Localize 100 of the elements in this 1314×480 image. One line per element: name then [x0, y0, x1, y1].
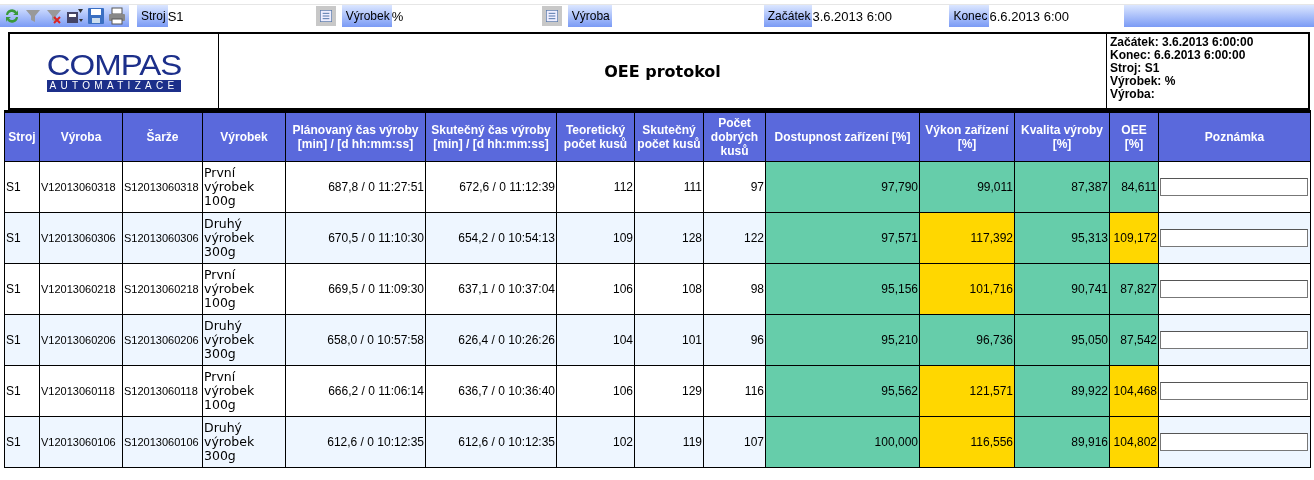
table-cell: V12013060306	[39, 212, 123, 264]
column-header: Poznámka	[1158, 111, 1311, 162]
table-cell: V12013060118	[39, 365, 123, 417]
table-cell: 626,4 / 0 10:26:26	[425, 314, 557, 366]
column-header: OEE [%]	[1109, 111, 1159, 162]
metric-cell: 117,392	[919, 212, 1015, 264]
table-cell: První výrobek 100g	[202, 161, 286, 213]
table-cell: 672,6 / 0 11:12:39	[425, 161, 557, 213]
metric-cell: 104,802	[1109, 416, 1159, 468]
filter-label: Konec	[949, 5, 990, 27]
table-cell: 98	[703, 263, 766, 315]
report-info-line: Stroj: S1	[1110, 62, 1161, 75]
table-cell: 636,7 / 0 10:36:40	[425, 365, 557, 417]
metric-cell: 95,313	[1014, 212, 1110, 264]
metric-cell: 95,210	[765, 314, 920, 366]
table-cell: 96	[703, 314, 766, 366]
list-icon	[544, 10, 559, 22]
table-cell: S1	[4, 161, 40, 213]
table-cell: S1	[4, 212, 40, 264]
table-cell: 128	[634, 212, 704, 264]
metric-cell: 101,716	[919, 263, 1015, 315]
table-cell: V12013060206	[39, 314, 123, 366]
table-cell: 612,6 / 0 10:12:35	[425, 416, 557, 468]
table-cell: S1	[4, 314, 40, 366]
note-field[interactable]	[1160, 280, 1308, 298]
metric-cell: 109,172	[1109, 212, 1159, 264]
table-cell: 116	[703, 365, 766, 417]
filter-value[interactable]: 6.6.2013 6:00	[989, 5, 1125, 27]
table-cell: 129	[634, 365, 704, 417]
metric-cell: 90,741	[1014, 263, 1110, 315]
report-title: OEE protokol	[604, 61, 721, 81]
table-cell: 109	[556, 212, 635, 264]
filter-value[interactable]: 3.6.2013 6:00	[812, 5, 948, 27]
metric-cell: 89,922	[1014, 365, 1110, 417]
table-cell: 102	[556, 416, 635, 468]
table-cell: 658,0 / 0 10:57:58	[285, 314, 426, 366]
metric-cell: 97,571	[765, 212, 920, 264]
table-cell: Druhý výrobek 300g	[202, 416, 286, 468]
metric-cell: 99,011	[919, 161, 1015, 213]
table-cell: 637,1 / 0 10:37:04	[425, 263, 557, 315]
metric-cell: 116,556	[919, 416, 1015, 468]
refresh-icon[interactable]	[3, 7, 21, 25]
table-cell: 687,8 / 0 11:27:51	[285, 161, 426, 213]
report-info-line: Výroba:	[1110, 88, 1155, 101]
note-field[interactable]	[1160, 433, 1308, 451]
metric-cell: 100,000	[765, 416, 920, 468]
print-icon[interactable]	[108, 7, 126, 25]
table-cell: Druhý výrobek 300g	[202, 314, 286, 366]
table-cell: 106	[556, 263, 635, 315]
table-cell: 107	[703, 416, 766, 468]
filter-label: Výroba	[567, 5, 612, 27]
note-field[interactable]	[1160, 382, 1308, 400]
column-header: Výroba	[39, 111, 123, 162]
table-cell: 666,2 / 0 11:06:14	[285, 365, 426, 417]
table-cell: 101	[634, 314, 704, 366]
table-cell: 112	[556, 161, 635, 213]
table-cell: S12013060206	[122, 314, 203, 366]
table-cell: S1	[4, 416, 40, 468]
table-cell: První výrobek 100g	[202, 263, 286, 315]
table-cell: V12013060106	[39, 416, 123, 468]
note-field[interactable]	[1160, 178, 1308, 196]
metric-cell: 95,050	[1014, 314, 1110, 366]
save-icon[interactable]	[87, 7, 105, 25]
clear-filter-icon[interactable]	[45, 7, 63, 25]
column-header: Kvalita výroby [%]	[1014, 111, 1110, 162]
table-cell: 654,2 / 0 10:54:13	[425, 212, 557, 264]
table-cell: 669,5 / 0 11:09:30	[285, 263, 426, 315]
list-picker-button[interactable]	[541, 6, 562, 26]
report-info-line: Začátek: 3.6.2013 6:00:00	[1110, 36, 1255, 49]
metric-cell: 95,562	[765, 365, 920, 417]
table-cell: S12013060218	[122, 263, 203, 315]
report-info-line: Konec: 6.6.2013 6:00:00	[1110, 49, 1247, 62]
note-field[interactable]	[1160, 331, 1308, 349]
metric-cell: 87,827	[1109, 263, 1159, 315]
table-cell: 111	[634, 161, 704, 213]
column-header: Dostupnost zařízení [%]	[765, 111, 920, 162]
column-header: Skutečný počet kusů	[634, 111, 704, 162]
table-cell: 122	[703, 212, 766, 264]
table-cell: V12013060318	[39, 161, 123, 213]
filter-label: Výrobek	[341, 5, 392, 27]
note-field[interactable]	[1160, 229, 1308, 247]
column-header: Šarže	[122, 111, 203, 162]
column-header: Počet dobrých kusů	[703, 111, 766, 162]
column-header: Skutečný čas výroby [min] / [d hh:mm:ss]	[425, 111, 557, 162]
table-cell: V12013060218	[39, 263, 123, 315]
table-cell: 108	[634, 263, 704, 315]
table-cell: S1	[4, 365, 40, 417]
metric-cell: 84,611	[1109, 161, 1159, 213]
table-cell: 670,5 / 0 11:10:30	[285, 212, 426, 264]
filter-value[interactable]: %	[391, 5, 542, 27]
column-header: Stroj	[4, 111, 40, 162]
export-icon[interactable]	[66, 7, 84, 25]
table-cell: 612,6 / 0 10:12:35	[285, 416, 426, 468]
filter-label: Začátek	[763, 5, 813, 27]
metric-cell: 96,736	[919, 314, 1015, 366]
filter-value[interactable]: S1	[167, 5, 316, 27]
company-logo: COMPAS AUTOMATIZACE	[46, 50, 182, 92]
column-header: Výrobek	[202, 111, 286, 162]
list-picker-button[interactable]	[315, 6, 336, 26]
metric-cell: 89,916	[1014, 416, 1110, 468]
